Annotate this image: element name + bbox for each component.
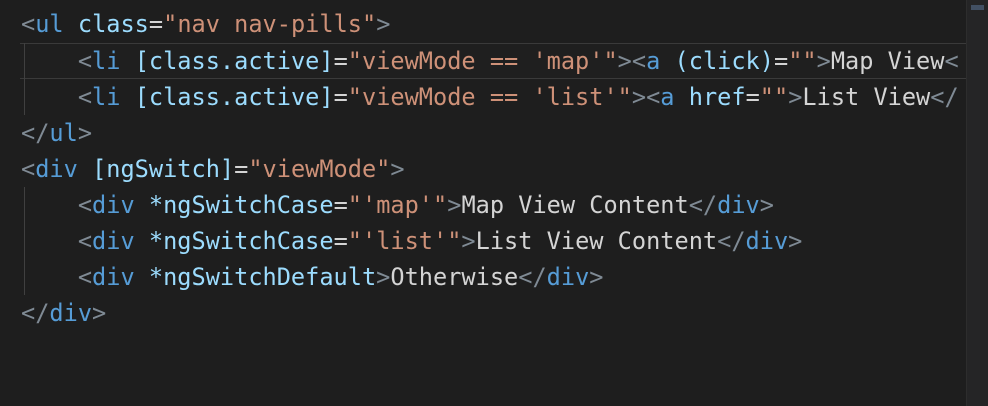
code-token: div bbox=[745, 227, 789, 255]
code-token: href bbox=[688, 83, 746, 111]
code-token: "'list'" bbox=[347, 227, 462, 255]
code-token: < bbox=[21, 10, 36, 38]
code-token: > bbox=[816, 47, 831, 75]
code-editor[interactable]: <ul class="nav nav-pills"> <li [class.ac… bbox=[0, 0, 966, 406]
code-token: < bbox=[77, 227, 93, 255]
code-token: = bbox=[773, 47, 789, 75]
code-token: div bbox=[35, 155, 78, 183]
code-token: "'map'" bbox=[347, 191, 448, 219]
code-token: </ bbox=[21, 119, 50, 147]
code-token: = bbox=[333, 83, 348, 111]
code-token: List View Content bbox=[475, 227, 718, 255]
code-token: List View bbox=[802, 83, 931, 111]
code-line-5[interactable]: <div [ngSwitch]="viewMode"> bbox=[21, 151, 405, 187]
minimap-indicator bbox=[971, 5, 984, 10]
code-line-2[interactable]: <li [class.active]="viewMode == 'map'"><… bbox=[21, 43, 959, 79]
code-token: a bbox=[660, 83, 675, 111]
code-token: > bbox=[759, 191, 774, 219]
code-token: [class.active] bbox=[134, 47, 334, 75]
code-line-3[interactable]: <li [class.active]="viewMode == 'list'">… bbox=[21, 79, 959, 115]
vertical-scrollbar[interactable] bbox=[966, 0, 988, 406]
code-token: Map View Content bbox=[461, 191, 689, 219]
code-token: </ bbox=[930, 83, 959, 111]
code-token: > bbox=[92, 299, 107, 327]
code-token: Map View bbox=[830, 47, 945, 75]
code-line-8[interactable]: <div *ngSwitchDefault>Otherwise</div> bbox=[21, 259, 604, 295]
code-token: > bbox=[589, 263, 604, 291]
code-token: "" bbox=[788, 47, 817, 75]
code-token: class bbox=[77, 10, 149, 38]
code-token: < bbox=[77, 191, 93, 219]
code-token: > bbox=[447, 191, 462, 219]
code-token: = bbox=[333, 47, 348, 75]
code-token: div bbox=[92, 263, 135, 291]
code-token: "nav nav-pills" bbox=[163, 10, 377, 38]
code-token: "viewMode" bbox=[248, 155, 391, 183]
code-token: < bbox=[21, 155, 36, 183]
code-token: > bbox=[788, 83, 803, 111]
code-token: *ngSwitchCase bbox=[148, 227, 334, 255]
code-token: = bbox=[333, 191, 348, 219]
code-line-4[interactable]: </ul> bbox=[21, 115, 92, 151]
code-token: ul bbox=[49, 119, 78, 147]
code-line-9[interactable]: </div> bbox=[21, 295, 106, 331]
code-token: > bbox=[390, 155, 405, 183]
code-token: div bbox=[717, 191, 760, 219]
code-token: *ngSwitchDefault bbox=[148, 263, 377, 291]
code-token: div bbox=[92, 227, 135, 255]
code-token: = bbox=[234, 155, 249, 183]
code-token: li bbox=[92, 47, 121, 75]
code-token: > bbox=[376, 10, 391, 38]
code-token: Otherwise bbox=[390, 263, 519, 291]
code-token: > bbox=[376, 263, 391, 291]
code-token: < bbox=[944, 47, 959, 75]
code-token: [class.active] bbox=[134, 83, 334, 111]
code-token: "viewMode == 'list'" bbox=[347, 83, 632, 111]
code-token: [ngSwitch] bbox=[92, 155, 235, 183]
code-token: "" bbox=[759, 83, 789, 111]
code-token: > bbox=[461, 227, 476, 255]
code-token: </ bbox=[688, 191, 718, 219]
code-token: > bbox=[788, 227, 803, 255]
code-token: div bbox=[49, 299, 93, 327]
code-token: = bbox=[148, 10, 164, 38]
code-token: < bbox=[77, 263, 93, 291]
code-token: >< bbox=[631, 83, 661, 111]
code-token: a bbox=[646, 47, 661, 75]
code-token: div bbox=[546, 263, 590, 291]
code-token: </ bbox=[518, 263, 547, 291]
code-token: </ bbox=[21, 299, 50, 327]
code-line-6[interactable]: <div *ngSwitchCase="'map'">Map View Cont… bbox=[21, 187, 774, 223]
code-token: li bbox=[92, 83, 121, 111]
code-token: < bbox=[77, 83, 93, 111]
code-token: > bbox=[77, 119, 93, 147]
code-line-7[interactable]: <div *ngSwitchCase="'list'">List View Co… bbox=[21, 223, 803, 259]
code-token: </ bbox=[717, 227, 746, 255]
code-token: = bbox=[745, 83, 760, 111]
code-token: >< bbox=[617, 47, 647, 75]
code-token: *ngSwitchCase bbox=[148, 191, 334, 219]
code-line-1[interactable]: <ul class="nav nav-pills"> bbox=[21, 6, 390, 42]
code-token: ul bbox=[35, 10, 64, 38]
code-token: = bbox=[333, 227, 348, 255]
code-token: < bbox=[77, 47, 93, 75]
code-token: (click) bbox=[674, 47, 774, 75]
code-token: div bbox=[92, 191, 135, 219]
code-token: "viewMode == 'map'" bbox=[347, 47, 618, 75]
